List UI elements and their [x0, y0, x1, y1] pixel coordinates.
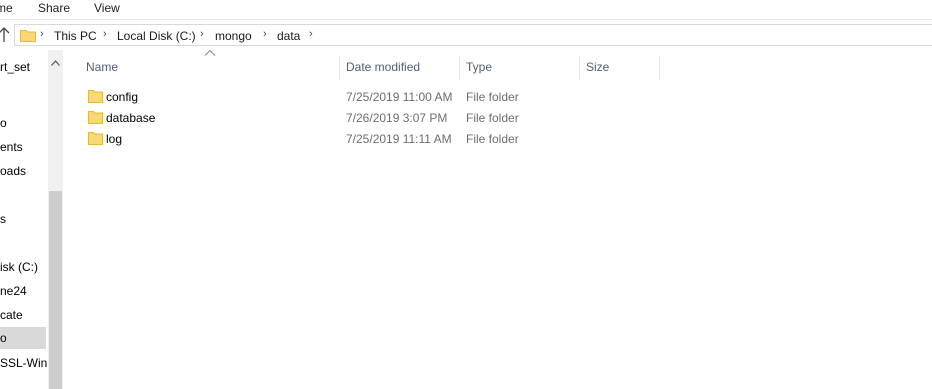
ribbon-tab-share[interactable]: Share: [38, 1, 70, 15]
nav-item[interactable]: oads: [0, 160, 26, 182]
chevron-right-icon[interactable]: ›: [263, 28, 267, 40]
nav-item[interactable]: ne24: [0, 280, 27, 302]
navigation-pane: rt_set o ents oads s isk (C:) ne24 cate …: [0, 50, 63, 389]
folder-icon: [88, 111, 103, 124]
chevron-right-icon[interactable]: ›: [200, 28, 204, 40]
file-row[interactable]: log 7/25/2019 11:11 AM File folder: [80, 128, 660, 149]
ribbon-tab-view[interactable]: View: [94, 1, 120, 15]
nav-scrollbar[interactable]: [48, 50, 63, 389]
column-header-type[interactable]: Type: [466, 60, 492, 76]
file-name: log: [106, 132, 123, 146]
address-bar[interactable]: › This PC › Local Disk (C:) › mongo › da…: [14, 24, 932, 46]
file-row[interactable]: database 7/26/2019 3:07 PM File folder: [80, 107, 660, 128]
file-type: File folder: [466, 111, 519, 125]
folder-icon: [88, 132, 103, 145]
column-divider[interactable]: [579, 56, 580, 80]
nav-item-selected[interactable]: o: [0, 327, 46, 349]
folder-icon: [20, 30, 36, 42]
nav-item[interactable]: ents: [0, 136, 23, 158]
breadcrumb-this-pc[interactable]: This PC: [54, 29, 97, 43]
breadcrumb-data[interactable]: data: [277, 29, 300, 43]
file-date-modified: 7/26/2019 3:07 PM: [346, 111, 448, 125]
chevron-right-icon[interactable]: ›: [103, 28, 107, 40]
scrollbar-thumb[interactable]: [49, 191, 62, 389]
file-type: File folder: [466, 132, 519, 146]
file-row[interactable]: config 7/25/2019 11:00 AM File folder: [80, 86, 660, 107]
nav-item-local-disk[interactable]: isk (C:): [0, 256, 38, 278]
file-date-modified: 7/25/2019 11:11 AM: [346, 132, 452, 146]
nav-item[interactable]: SSL-Win6: [0, 352, 54, 374]
scroll-up-arrow-icon[interactable]: [48, 58, 63, 70]
folder-icon: [88, 90, 103, 103]
file-date-modified: 7/25/2019 11:00 AM: [346, 90, 453, 104]
sort-ascending-icon: [204, 49, 216, 56]
file-name: database: [106, 111, 156, 125]
nav-item[interactable]: o: [0, 112, 7, 134]
ribbon-divider: [0, 19, 932, 20]
ribbon-tab-home[interactable]: me: [0, 1, 13, 15]
column-header-date-modified[interactable]: Date modified: [346, 60, 420, 76]
column-divider[interactable]: [339, 56, 340, 80]
file-name: config: [106, 90, 139, 104]
ribbon-tabs: me Share View: [0, 0, 932, 19]
breadcrumb-local-disk[interactable]: Local Disk (C:): [117, 29, 196, 43]
chevron-right-icon[interactable]: ›: [40, 28, 44, 40]
breadcrumb-mongo[interactable]: mongo: [215, 29, 252, 43]
column-header-name[interactable]: Name: [86, 60, 118, 76]
nav-item[interactable]: rt_set: [0, 56, 30, 78]
chevron-right-icon[interactable]: ›: [309, 28, 313, 40]
nav-item[interactable]: cate: [0, 304, 23, 326]
file-type: File folder: [466, 90, 519, 104]
address-row: › This PC › Local Disk (C:) › mongo › da…: [0, 24, 932, 48]
column-divider[interactable]: [659, 56, 660, 80]
column-header-size[interactable]: Size: [586, 60, 609, 76]
up-arrow-icon[interactable]: [0, 27, 10, 43]
column-divider[interactable]: [459, 56, 460, 80]
nav-item[interactable]: s: [0, 208, 6, 230]
